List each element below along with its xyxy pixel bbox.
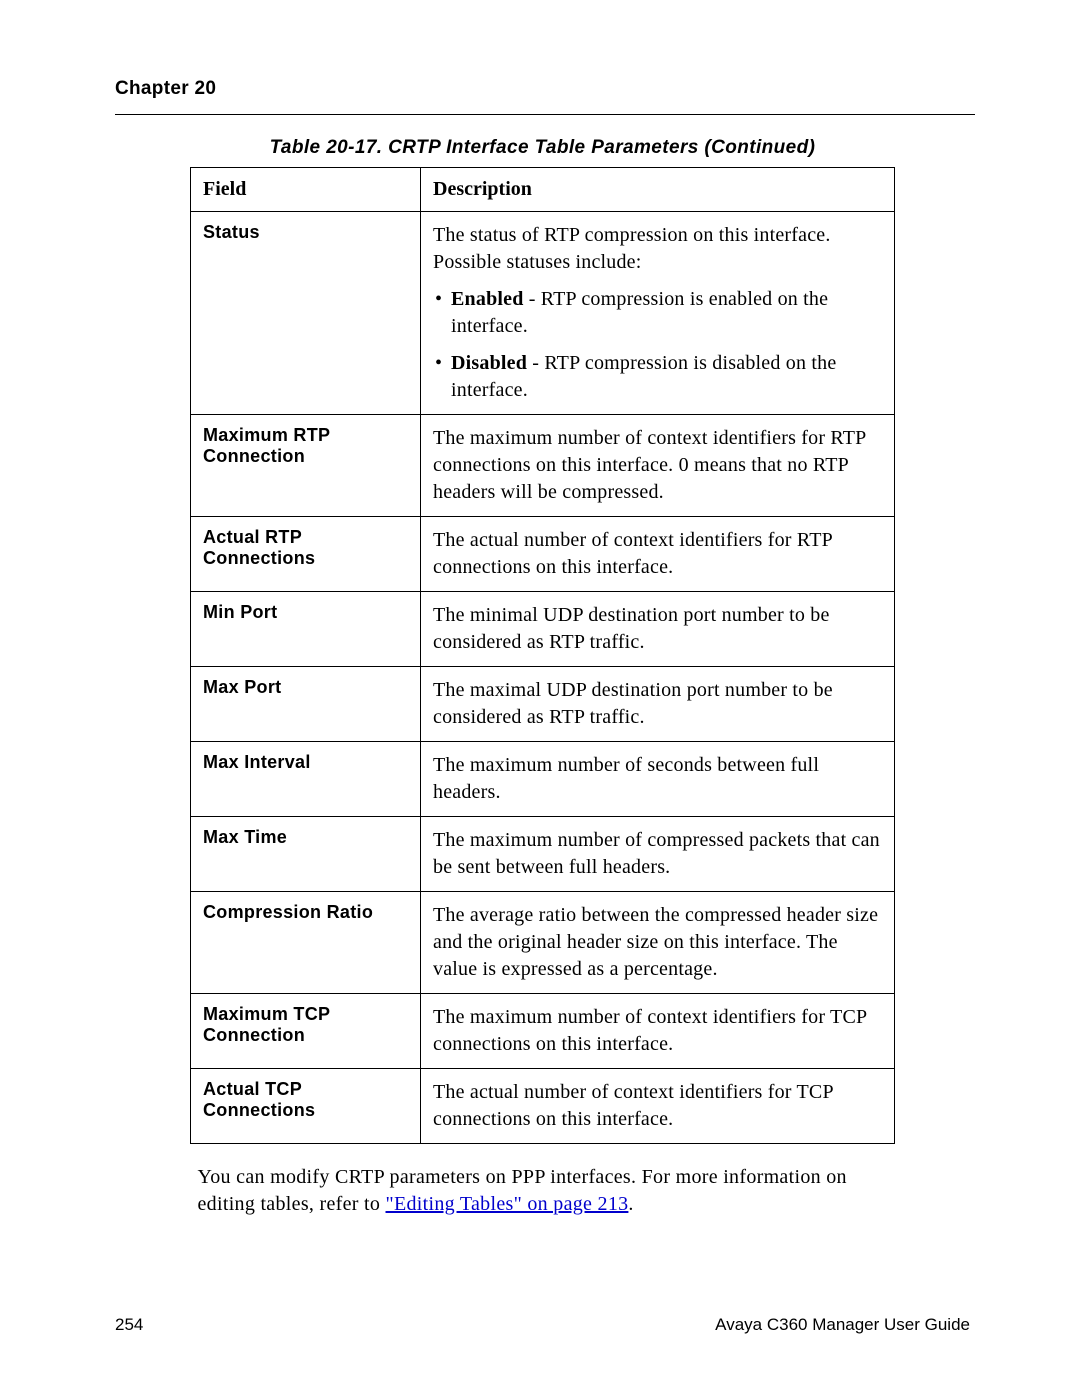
description-cell: The actual number of context identifiers… [421, 1069, 895, 1144]
table-row: Actual TCP Connections The actual number… [191, 1069, 895, 1144]
description-cell: The average ratio between the compressed… [421, 892, 895, 994]
field-cell: Maximum TCP Connection [191, 994, 421, 1069]
body-paragraph: You can modify CRTP parameters on PPP in… [198, 1164, 888, 1218]
description-cell: The minimal UDP destination port number … [421, 592, 895, 667]
table-row: Min Port The minimal UDP destination por… [191, 592, 895, 667]
header-rule [115, 114, 975, 115]
parameters-table: Field Description Status The status of R… [190, 167, 895, 1144]
list-item: Enabled - RTP compression is enabled on … [433, 286, 882, 340]
field-cell: Max Time [191, 817, 421, 892]
field-cell: Min Port [191, 592, 421, 667]
table-header-row: Field Description [191, 168, 895, 212]
field-cell: Actual RTP Connections [191, 517, 421, 592]
description-cell: The maximum number of context identifier… [421, 994, 895, 1069]
table-row: Maximum RTP Connection The maximum numbe… [191, 415, 895, 517]
page-number: 254 [115, 1315, 143, 1335]
description-cell: The status of RTP compression on this in… [421, 212, 895, 415]
description-cell: The maximum number of compressed packets… [421, 817, 895, 892]
table-row: Max Interval The maximum number of secon… [191, 742, 895, 817]
field-cell: Status [191, 212, 421, 415]
page-footer: 254 Avaya C360 Manager User Guide [115, 1315, 970, 1335]
description-cell: The maximum number of context identifier… [421, 415, 895, 517]
table-row: Max Time The maximum number of compresse… [191, 817, 895, 892]
status-intro: The status of RTP compression on this in… [433, 222, 882, 276]
body-post: . [628, 1193, 633, 1215]
cross-reference-link[interactable]: "Editing Tables" on page 213 [386, 1193, 629, 1215]
table-row: Compression Ratio The average ratio betw… [191, 892, 895, 994]
col-header-field: Field [191, 168, 421, 212]
table-row: Status The status of RTP compression on … [191, 212, 895, 415]
chapter-header: Chapter 20 [115, 78, 970, 100]
guide-title: Avaya C360 Manager User Guide [715, 1315, 970, 1335]
field-cell: Actual TCP Connections [191, 1069, 421, 1144]
table-row: Maximum TCP Connection The maximum numbe… [191, 994, 895, 1069]
field-cell: Max Interval [191, 742, 421, 817]
description-cell: The actual number of context identifiers… [421, 517, 895, 592]
list-item: Disabled - RTP compression is disabled o… [433, 350, 882, 404]
table-row: Actual RTP Connections The actual number… [191, 517, 895, 592]
field-cell: Maximum RTP Connection [191, 415, 421, 517]
table-caption: Table 20-17. CRTP Interface Table Parame… [115, 137, 970, 159]
bullet-label: Disabled [451, 352, 527, 374]
description-cell: The maximal UDP destination port number … [421, 667, 895, 742]
field-cell: Compression Ratio [191, 892, 421, 994]
col-header-description: Description [421, 168, 895, 212]
description-cell: The maximum number of seconds between fu… [421, 742, 895, 817]
table-row: Max Port The maximal UDP destination por… [191, 667, 895, 742]
status-bullets: Enabled - RTP compression is enabled on … [433, 286, 882, 404]
page: Chapter 20 Table 20-17. CRTP Interface T… [0, 0, 1080, 1397]
bullet-label: Enabled [451, 288, 524, 310]
field-cell: Max Port [191, 667, 421, 742]
